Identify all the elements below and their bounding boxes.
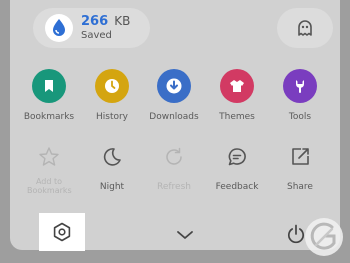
shortcut-label: Tools [288,112,312,122]
bookmarks-circle [32,69,66,103]
action-label: Feedback [215,182,259,192]
action-share[interactable]: Share [270,140,330,193]
watermark-logo [305,218,343,256]
wrench-icon [296,80,304,93]
tools-circle [283,69,317,103]
settings-hexagon-icon [53,222,71,242]
data-saved-widget[interactable]: 266 KB Saved [33,8,150,48]
collapse-button[interactable] [173,225,197,245]
data-saved-unit: KB [114,14,131,28]
water-drop-icon [45,14,73,42]
action-feedback[interactable]: Feedback [207,140,267,193]
action-add-to-bookmarks[interactable]: Add to Bookmarks [19,140,79,195]
action-label: Refresh [157,182,191,192]
shortcut-history[interactable]: History [82,69,142,123]
incognito-button[interactable] [277,8,333,48]
star-icon [32,140,66,174]
data-saved-value: 266 [81,14,109,29]
downloads-circle [157,69,191,103]
moon-icon [95,140,129,174]
data-saved-status: Saved [81,30,112,41]
shortcut-tools[interactable]: Tools [270,69,330,123]
action-label: Add to Bookmarks [27,177,72,195]
history-circle [95,69,129,103]
shortcut-label: Themes [219,112,255,122]
data-saved-amount: 266 KB [81,13,130,30]
shortcut-label: History [95,112,129,122]
shortcut-label: Downloads [149,112,199,122]
action-label: Night [99,182,125,192]
shortcut-bookmarks[interactable]: Bookmarks [19,69,79,123]
ghost-icon [298,20,312,36]
chevron-down-icon [177,231,193,239]
refresh-icon [157,140,191,174]
themes-circle [220,69,254,103]
bookmark-icon [45,80,53,92]
shortcut-downloads[interactable]: Downloads [144,69,204,123]
download-icon [166,78,182,94]
shortcut-label: Bookmarks [23,112,75,122]
settings-button[interactable] [39,213,85,251]
feedback-icon [220,140,254,174]
action-label: Share [287,182,313,192]
clock-icon [105,79,119,93]
action-night[interactable]: Night [82,140,142,193]
shirt-icon [230,80,244,92]
shortcut-themes[interactable]: Themes [207,69,267,123]
action-refresh[interactable]: Refresh [144,140,204,193]
share-icon [283,140,317,174]
